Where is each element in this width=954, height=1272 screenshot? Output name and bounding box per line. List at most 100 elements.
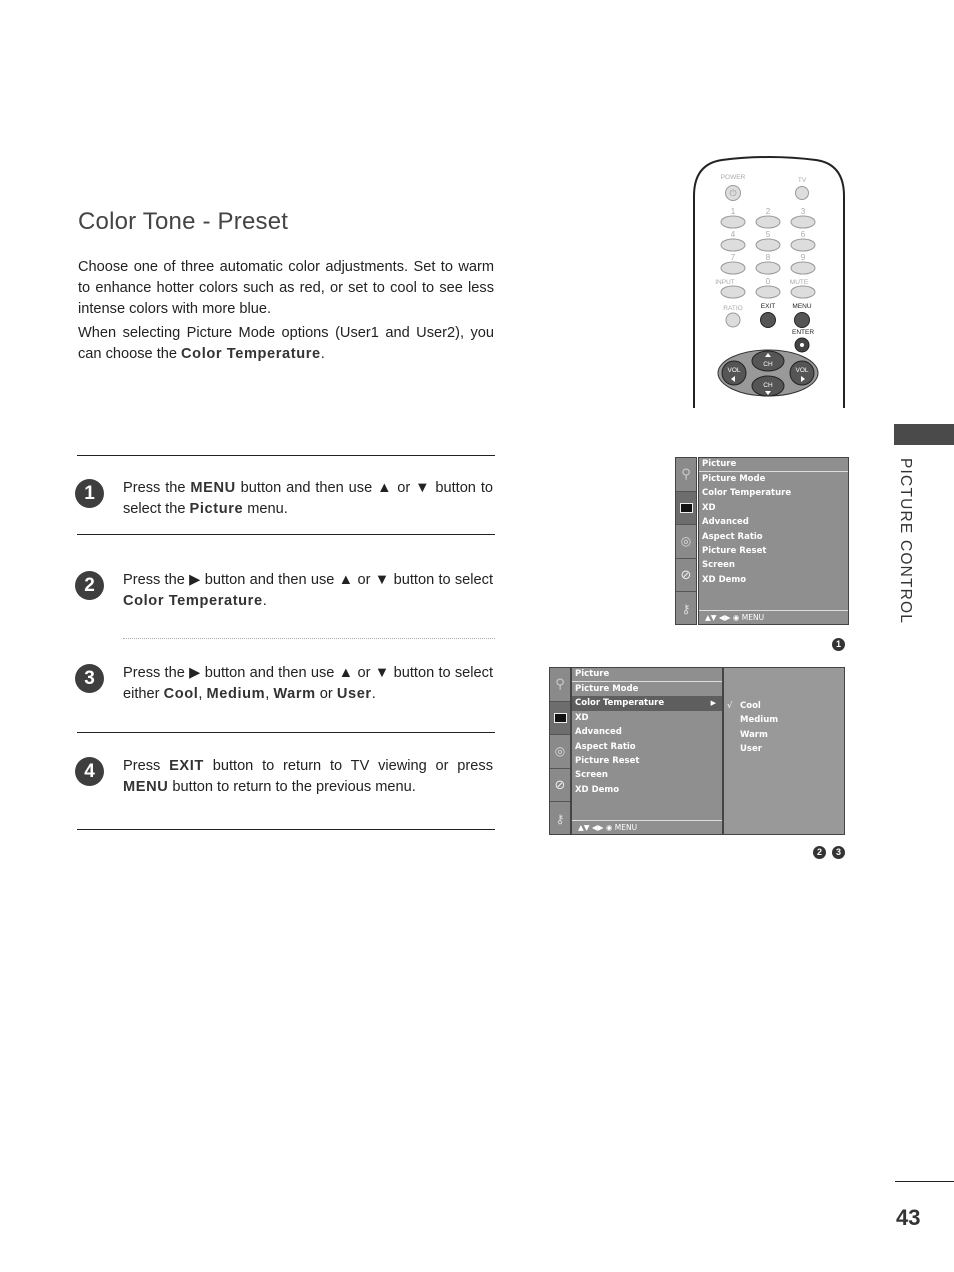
picture-icon — [679, 502, 693, 513]
digit-button-2 — [755, 215, 781, 229]
tv-button — [795, 186, 809, 200]
osd-icon-cell: ◎ — [550, 735, 570, 769]
osd-menu-item[interactable]: Picture Mode — [572, 682, 722, 696]
step-text: Press EXIT button to return to TV viewin… — [123, 756, 493, 798]
osd-icon-cell: ◎ — [676, 525, 696, 559]
osd-menu-item[interactable]: XD Demo — [572, 783, 722, 797]
menu-label: MENU — [792, 303, 811, 310]
menu-keyword: MENU — [190, 480, 236, 496]
digit-button-5 — [755, 238, 781, 252]
option-label: Warm — [740, 729, 768, 740]
digit-button-7 — [720, 261, 746, 275]
ratio-label: RATIO — [723, 305, 742, 312]
clock-icon: ⊘ — [680, 567, 692, 583]
digit-label: 0 — [766, 277, 771, 286]
digit-label: 8 — [766, 253, 771, 262]
submenu-option-warm[interactable]: Warm — [724, 728, 844, 742]
osd-picture-menu: ⚲ ◎ ⊘ ⚷ Picture Picture Mode Color Tempe… — [675, 457, 849, 625]
power-icon: ⏻ — [729, 188, 736, 198]
submenu-option-cool[interactable]: √ Cool — [724, 699, 844, 713]
osd-menu-item[interactable]: Picture Reset — [572, 754, 722, 768]
intro-text-suffix: . — [320, 346, 325, 362]
vol-label: VOL — [795, 367, 808, 374]
osd-icon-cell: ⚷ — [676, 592, 696, 626]
osd-navigation-hint: ▲▼ ◀▶ ◉ MENU — [699, 610, 848, 624]
ch-label: CH — [763, 382, 773, 389]
picture-keyword: Picture — [189, 501, 244, 517]
submenu-option-user[interactable]: User — [724, 742, 844, 756]
osd-submenu-panel: √ Cool Medium Warm User — [723, 667, 845, 835]
text: button to return to TV viewing or press — [203, 758, 493, 774]
osd-menu-item[interactable]: Aspect Ratio — [572, 740, 722, 754]
osd-menu-item[interactable]: Picture Reset — [699, 544, 848, 558]
ratio-button — [725, 312, 741, 328]
text: Press the ▶ button and then use ▲ or ▼ b… — [123, 572, 493, 588]
osd-menu-item[interactable]: Advanced — [572, 725, 722, 739]
digit-label: 7 — [731, 253, 736, 262]
page-number-rule — [895, 1181, 954, 1182]
remote-control-illustration: POWER TV ⏻ 1 2 3 4 5 6 7 8 9 INPUT 0 MUT… — [693, 156, 845, 408]
divider — [77, 829, 495, 830]
osd-menu-item[interactable]: Screen — [699, 558, 848, 572]
warm-keyword: Warm — [273, 686, 316, 702]
text: Press the — [123, 480, 191, 496]
step-reference-badge: 3 — [832, 846, 845, 859]
user-keyword: User — [336, 686, 372, 702]
digit-label: 9 — [801, 253, 806, 262]
speaker-icon: ◎ — [680, 534, 692, 549]
power-label: POWER — [721, 174, 746, 181]
divider — [77, 732, 495, 733]
osd-menu-item[interactable]: Aspect Ratio — [699, 530, 848, 544]
step-number-badge: 4 — [75, 757, 104, 786]
medium-keyword: Medium — [206, 686, 266, 702]
text: , — [198, 686, 207, 702]
osd-icon-cell — [550, 701, 570, 736]
digit-button-1 — [720, 215, 746, 229]
step-reference-badge: 2 — [813, 846, 826, 859]
step-number-badge: 1 — [75, 479, 104, 508]
step-number-badge: 2 — [75, 571, 104, 600]
osd-menu-item-selected[interactable]: Color Temperature ▶ — [572, 696, 722, 711]
section-label: PICTURE CONTROL — [897, 458, 914, 625]
divider — [77, 455, 495, 456]
osd-menu-panel: Picture Picture Mode Color Temperature ▶ … — [571, 667, 723, 835]
digit-label: 4 — [731, 230, 736, 239]
input-button — [720, 285, 746, 299]
clock-icon: ⊘ — [554, 777, 566, 793]
osd-menu-item[interactable]: XD — [699, 501, 848, 515]
step-text: Press the ▶ button and then use ▲ or ▼ b… — [123, 663, 493, 705]
section-tab-marker — [894, 424, 954, 445]
key-icon: ⚷ — [681, 602, 691, 617]
picture-icon — [553, 712, 567, 723]
intro-text: Choose one of three automatic color adju… — [78, 257, 494, 368]
exit-label: EXIT — [761, 303, 775, 310]
checkmark-icon: √ — [727, 701, 733, 711]
speaker-icon: ◎ — [554, 744, 566, 759]
text: or — [315, 686, 337, 702]
dotted-divider — [123, 638, 495, 639]
osd-menu-item-label: Color Temperature — [575, 698, 665, 709]
osd-menu-header: Picture — [699, 458, 848, 472]
osd-menu-item[interactable]: Picture Mode — [699, 472, 848, 486]
text: button to return to the previous menu. — [168, 779, 416, 795]
osd-menu-header: Picture — [572, 668, 722, 682]
osd-menu-item[interactable]: Advanced — [699, 515, 848, 529]
input-label: INPUT — [715, 279, 735, 286]
osd-menu-item[interactable]: XD Demo — [699, 573, 848, 587]
step-reference-badge: 1 — [832, 638, 845, 651]
osd-icon-cell: ⚲ — [550, 668, 570, 702]
text: Press — [123, 758, 170, 774]
digit-label: 5 — [766, 230, 771, 239]
digit-label: 6 — [801, 230, 806, 239]
osd-icon-cell — [676, 491, 696, 526]
menu-keyword: MENU — [123, 779, 169, 795]
submenu-option-medium[interactable]: Medium — [724, 713, 844, 727]
osd-menu-item[interactable]: Color Temperature — [699, 486, 848, 500]
osd-menu-item[interactable]: XD — [572, 711, 722, 725]
digit-button-6 — [790, 238, 816, 252]
osd-icon-bar: ⚲ ◎ ⊘ ⚷ — [675, 457, 697, 625]
option-label: User — [740, 744, 762, 755]
text: . — [371, 686, 376, 702]
mute-button — [790, 285, 816, 299]
osd-menu-item[interactable]: Screen — [572, 768, 722, 782]
